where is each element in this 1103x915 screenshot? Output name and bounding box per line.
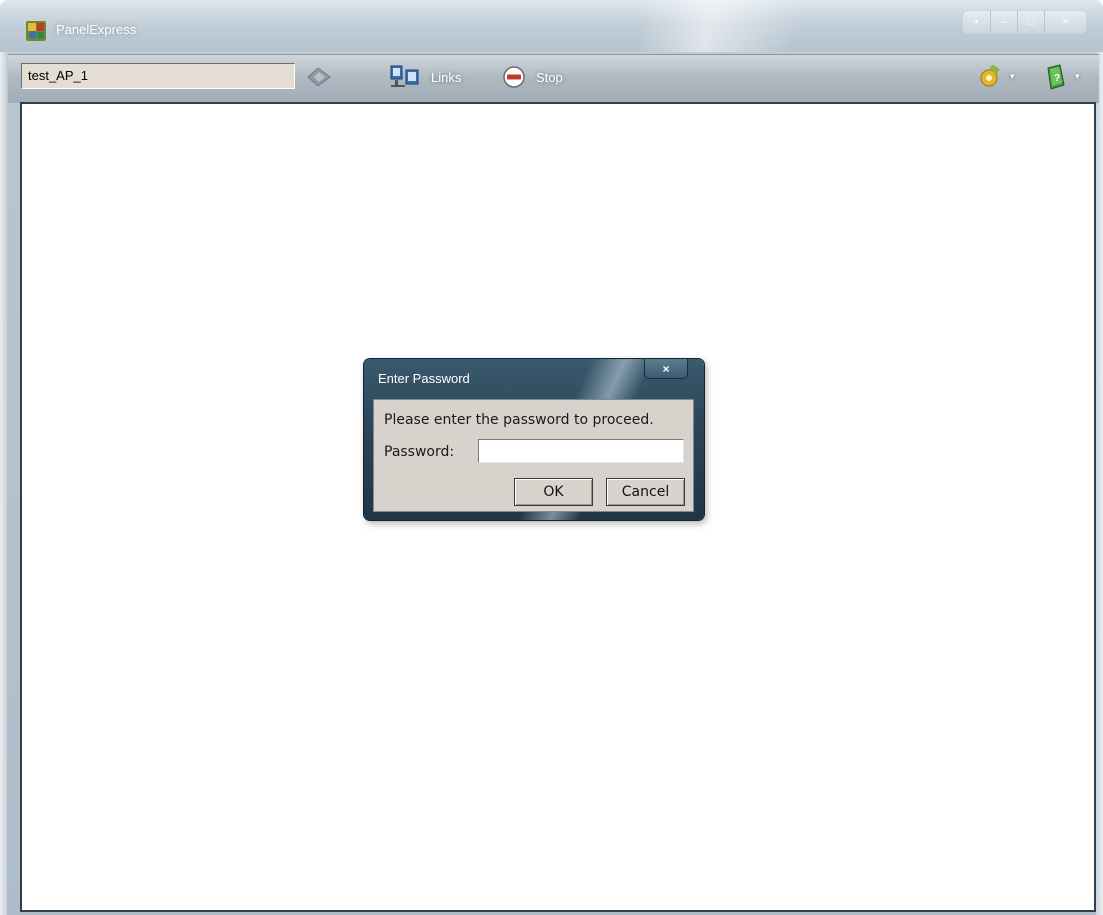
minimize-button[interactable]: – xyxy=(990,11,1017,33)
maximize-button[interactable]: □ xyxy=(1017,11,1044,33)
dialog-title: Enter Password xyxy=(378,371,470,386)
cancel-button[interactable]: Cancel xyxy=(606,478,685,506)
dialog-body: Please enter the password to proceed. Pa… xyxy=(373,399,694,512)
links-label: Links xyxy=(431,69,462,85)
help-book-icon: ? xyxy=(1047,64,1065,90)
tools-dropdown-arrow: ▾ xyxy=(1010,72,1015,82)
address-field[interactable]: test_AP_1 xyxy=(21,63,295,89)
password-label: Password: xyxy=(384,444,455,460)
window-right-border xyxy=(1096,40,1103,915)
stop-icon xyxy=(503,66,525,88)
tools-icon xyxy=(980,64,1000,87)
close-window-button[interactable]: × xyxy=(1044,11,1086,33)
app-window: PanelExpress • – □ × test_AP_1 Links Sto… xyxy=(0,0,1103,915)
help-menu-button[interactable]: ? ▾ xyxy=(1045,63,1080,91)
svg-text:?: ? xyxy=(1054,73,1060,84)
stop-button[interactable]: Stop xyxy=(502,63,563,91)
stop-label: Stop xyxy=(536,69,563,85)
window-left-border xyxy=(0,40,7,915)
app-logo-icon xyxy=(26,21,46,41)
links-button[interactable]: Links xyxy=(389,63,461,91)
password-dialog: Enter Password × Please enter the passwo… xyxy=(364,359,704,520)
help-caption-button[interactable]: • xyxy=(963,11,990,33)
help-dropdown-arrow: ▾ xyxy=(1075,72,1080,82)
window-title: PanelExpress xyxy=(56,22,137,37)
dialog-close-button[interactable]: × xyxy=(644,359,688,379)
dialog-message: Please enter the password to proceed. xyxy=(384,412,654,428)
window-caption-buttons: • – □ × xyxy=(962,10,1087,34)
go-arrow-icon[interactable] xyxy=(305,65,333,89)
links-icon xyxy=(390,65,419,87)
title-bar[interactable]: PanelExpress • – □ × xyxy=(0,0,1103,52)
ok-button[interactable]: OK xyxy=(514,478,593,506)
password-input[interactable] xyxy=(478,439,684,463)
tools-menu-button[interactable]: ▾ xyxy=(976,63,1015,91)
